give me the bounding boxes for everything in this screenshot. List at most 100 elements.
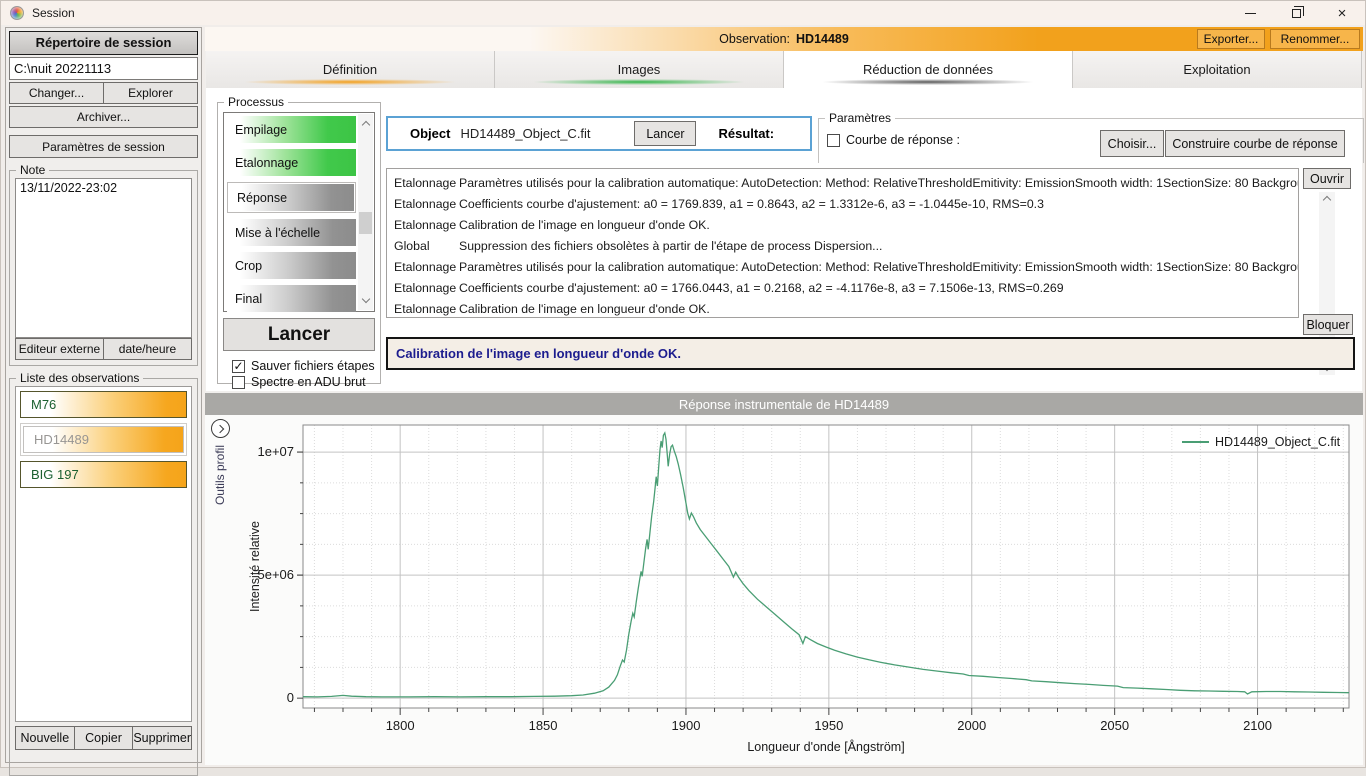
process-step-mise-a-l-echelle[interactable]: Mise à l'échelle [227,219,356,246]
tab-reduction[interactable]: Réduction de données [784,51,1073,88]
process-log[interactable]: Etalonnage Paramètres utilisés pour la c… [386,168,1299,318]
svg-text:1900: 1900 [672,718,701,733]
svg-text:HD14489_Object_C.fit: HD14489_Object_C.fit [1215,435,1341,449]
new-observation-button[interactable]: Nouvelle [15,726,75,750]
process-list-scrollbar[interactable] [358,114,373,310]
window-title: Session [32,6,75,20]
process-group: Processus Empilage Etalonnage Réponse [217,102,381,384]
external-editor-button[interactable]: Editeur externe [15,338,104,360]
observations-list: M76 HD14489 BIG 197 [15,386,192,722]
change-button[interactable]: Changer... [9,82,104,104]
object-bar: Object HD14489_Object_C.fit Lancer Résul… [386,116,812,151]
session-sidebar: Répertoire de session C:\nuit 20221113 C… [5,27,202,763]
checkbox-unchecked-icon [827,134,840,147]
expand-tools-button[interactable] [211,419,230,438]
save-step-files-checkbox[interactable]: ✓ Sauver fichiers étapes [232,359,375,373]
session-directory-header: Répertoire de session [9,31,198,55]
build-response-curve-button[interactable]: Construire courbe de réponse [1165,130,1345,157]
raw-adu-spectrum-checkbox[interactable]: Spectre en ADU brut [232,375,366,389]
log-line: Etalonnage Calibration de l'image en lon… [387,214,1298,235]
tab-exploitation[interactable]: Exploitation [1073,51,1362,88]
observation-label: Observation: [719,32,790,46]
main-panel: Observation: HD14489 Exporter... Renomme… [205,27,1363,765]
process-group-label: Processus [224,95,288,109]
choose-button[interactable]: Choisir... [1100,130,1164,157]
tab-reduction-underline [823,79,1033,85]
profile-tools-strip: Outils profil [205,415,237,765]
svg-text:1850: 1850 [529,718,558,733]
note-group-label: Note [16,163,49,177]
scroll-up-icon[interactable] [1319,194,1335,203]
run-process-button[interactable]: Lancer [223,318,375,351]
process-step-etalonnage[interactable]: Etalonnage [227,149,356,176]
observation-item-hd14489-selected[interactable]: HD14489 [20,423,187,456]
svg-text:2000: 2000 [957,718,986,733]
session-path-input[interactable]: C:\nuit 20221113 [9,57,198,80]
tab-bar: Définition Images Réduction de données E… [206,51,1362,88]
svg-text:1950: 1950 [814,718,843,733]
maximize-button[interactable] [1273,1,1319,25]
process-step-reponse-selected[interactable]: Réponse [227,182,356,213]
reduction-content: Processus Empilage Etalonnage Réponse [206,88,1362,391]
note-textarea[interactable]: 13/11/2022-23:02 [15,178,192,338]
observation-item-big197[interactable]: BIG 197 [20,461,187,488]
log-line: Etalonnage Calibration de l'image en lon… [387,298,1298,318]
svg-text:2050: 2050 [1100,718,1129,733]
minimize-icon [1245,13,1256,14]
open-button[interactable]: Ouvrir [1303,168,1351,189]
object-label: Object [410,126,450,141]
export-button[interactable]: Exporter... [1197,29,1265,49]
checkbox-unchecked-icon [232,376,245,389]
svg-text:5e+06: 5e+06 [257,567,294,582]
response-chart[interactable]: 1800 1850 1900 1950 2000 2050 2100 0 5e+06 1e+07 H… [237,415,1363,767]
block-button[interactable]: Bloquer [1303,314,1353,335]
svg-text:Intensité relative: Intensité relative [248,521,262,612]
close-button[interactable]: × [1319,1,1365,25]
tab-definition[interactable]: Définition [206,51,495,88]
copy-observation-button[interactable]: Copier [75,726,134,750]
log-line: Etalonnage Coefficients courbe d'ajustem… [387,193,1298,214]
observation-item-m76[interactable]: M76 [20,391,187,418]
tab-images-underline [534,79,744,85]
session-params-button[interactable]: Paramètres de session [9,135,198,158]
tab-images[interactable]: Images [495,51,784,88]
observations-group: Liste des observations M76 HD14489 BIG 1… [9,378,198,776]
scroll-down-icon[interactable] [358,293,373,308]
observation-header: Observation: HD14489 Exporter... Renomme… [205,27,1363,51]
log-line: Etalonnage Coefficients courbe d'ajustem… [387,277,1298,298]
parameters-group-label: Paramètres [825,111,895,125]
process-step-final[interactable]: Final [227,285,356,312]
log-line: Etalonnage Paramètres utilisés pour la c… [387,256,1298,277]
object-filename[interactable]: HD14489_Object_C.fit [460,126,630,141]
minimize-button[interactable] [1227,1,1273,25]
archive-button[interactable]: Archiver... [9,106,198,128]
svg-text:1e+07: 1e+07 [257,444,294,459]
profile-title-bar: Réponse instrumentale de HD14489 [205,393,1363,415]
process-step-crop[interactable]: Crop [227,252,356,279]
log-line: Etalonnage Paramètres utilisés pour la c… [387,172,1298,193]
process-list: Empilage Etalonnage Réponse Mise à l'éch… [223,112,375,312]
datetime-button[interactable]: date/heure [104,338,192,360]
run-object-button[interactable]: Lancer [634,121,696,146]
profile-tools-label: Outils profil [213,445,227,505]
app-icon [10,6,24,20]
svg-text:1800: 1800 [386,718,415,733]
log-line: Global Suppression des fichiers obsolète… [387,235,1298,256]
rename-button[interactable]: Renommer... [1270,29,1360,49]
observation-name: HD14489 [796,32,849,46]
process-step-empilage[interactable]: Empilage [227,116,356,143]
profile-panel: Réponse instrumentale de HD14489 Outils … [205,393,1363,765]
delete-observation-button[interactable]: Supprimer [133,726,192,750]
scroll-thumb[interactable] [359,212,372,234]
scroll-up-icon[interactable] [358,116,373,131]
svg-text:2100: 2100 [1243,718,1272,733]
response-curve-checkbox[interactable]: Courbe de réponse : [827,133,960,147]
explore-button[interactable]: Explorer [104,82,198,104]
svg-text:0: 0 [287,690,294,705]
chevron-right-icon [215,424,223,432]
close-icon: × [1338,6,1347,21]
svg-text:Longueur d'onde [Ångström]: Longueur d'onde [Ångström] [747,739,904,754]
window-titlebar: Session × [1,1,1365,25]
restore-icon [1292,9,1301,18]
app-window: Session × Répertoire de session C:\nuit … [0,0,1366,768]
